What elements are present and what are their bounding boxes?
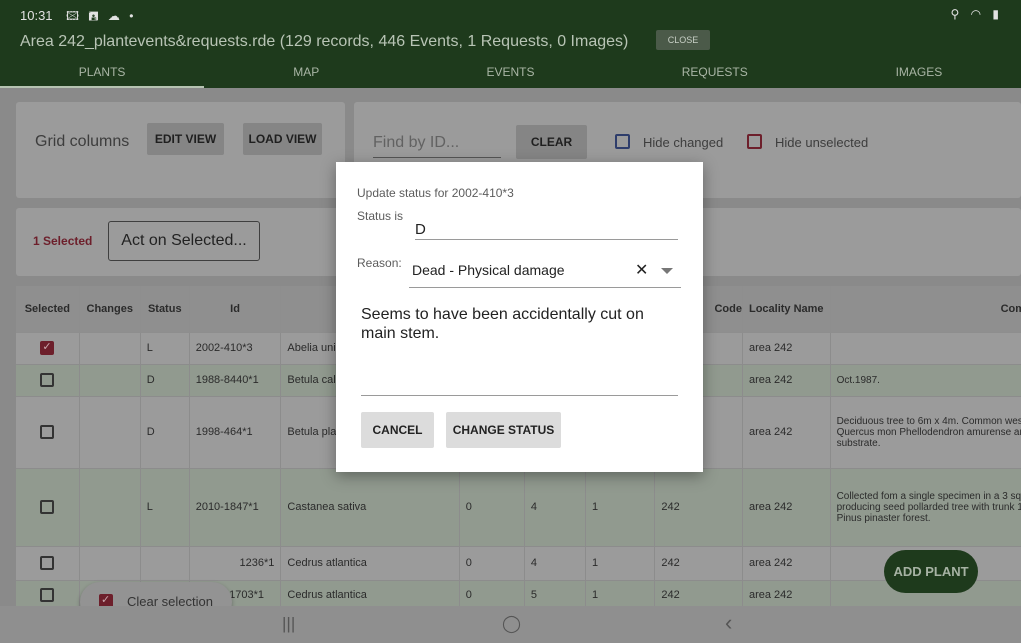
cell-locality: area 242 xyxy=(742,546,831,581)
clear-search-button[interactable]: CLEAR xyxy=(516,125,587,159)
main-tabs: PLANTS MAP EVENTS REQUESTS IMAGES xyxy=(0,56,1021,88)
cell-id: 2002-410*3 xyxy=(189,332,282,365)
cell-7: 1 xyxy=(585,468,656,547)
notification-icons: 🖾 🖪 ☁ • xyxy=(66,9,137,23)
cell-id: 1998-464*1 xyxy=(189,396,282,469)
table-row[interactable]: 1236*1 Cedrus atlantica 0 4 1 242 area 2… xyxy=(16,546,1021,581)
clear-icon[interactable]: ✕ xyxy=(635,260,648,280)
status-time: 10:31 xyxy=(20,8,53,23)
col-id[interactable]: Id xyxy=(189,286,282,333)
reason-value: Dead - Physical damage xyxy=(412,262,565,278)
cell-5: 0 xyxy=(459,580,525,606)
cell-changes xyxy=(79,546,141,581)
cancel-button[interactable]: CANCEL xyxy=(361,412,434,448)
cell-changes xyxy=(79,364,141,397)
tab-requests[interactable]: REQUESTS xyxy=(613,56,817,88)
hide-unselected-label: Hide unselected xyxy=(775,135,869,150)
cell-comment xyxy=(830,332,1021,365)
cell-locality: area 242 xyxy=(742,396,831,469)
hide-unselected-checkbox[interactable] xyxy=(747,134,762,149)
cell-changes xyxy=(79,468,141,547)
col-locality[interactable]: Locality Name xyxy=(742,286,831,333)
selected-count: 1 Selected xyxy=(33,234,93,248)
row-checkbox[interactable] xyxy=(40,556,55,570)
row-checkbox[interactable] xyxy=(40,340,55,355)
cell-comment: Oct.1987. xyxy=(830,364,1021,397)
status-value-field[interactable]: D xyxy=(415,221,678,240)
update-status-dialog: Update status for 2002-410*3 Status is D… xyxy=(336,162,703,472)
edit-view-button[interactable]: EDIT VIEW xyxy=(147,123,224,155)
tab-events[interactable]: EVENTS xyxy=(408,56,612,88)
cell-name: Cedrus atlantica xyxy=(280,580,460,606)
close-file-button[interactable]: CLOSE xyxy=(656,30,710,50)
cell-code: 242 xyxy=(654,468,743,547)
system-status-icons: ⚲ ◠ ▮ xyxy=(950,7,1003,21)
table-row[interactable]: L 2010-1847*1 Castanea sativa 0 4 1 242 … xyxy=(16,468,1021,547)
cell-id: 2010-1847*1 xyxy=(189,468,282,547)
cell-7: 1 xyxy=(585,580,656,606)
cell-name: Cedrus atlantica xyxy=(280,546,460,581)
reason-label: Reason: xyxy=(357,256,402,270)
cell-comment: Deciduous tree to 6m x 4m. Common west-f… xyxy=(830,396,1021,469)
cell-changes xyxy=(79,396,141,469)
dialog-title: Update status for 2002-410*3 xyxy=(357,186,514,200)
home-icon[interactable]: ◯ xyxy=(502,614,521,634)
hide-changed-label: Hide changed xyxy=(643,135,724,150)
tab-images[interactable]: IMAGES xyxy=(817,56,1021,88)
recent-apps-icon[interactable]: ||| xyxy=(282,614,295,634)
dropdown-arrow-icon[interactable] xyxy=(661,268,673,274)
col-status[interactable]: Status xyxy=(140,286,190,333)
cell-status: D xyxy=(140,396,190,469)
col-selected[interactable]: Selected xyxy=(16,286,80,333)
cell-code: 242 xyxy=(654,580,743,606)
hide-changed-checkbox[interactable] xyxy=(615,134,630,149)
load-view-button[interactable]: LOAD VIEW xyxy=(243,123,322,155)
status-label: Status is xyxy=(357,209,404,223)
row-checkbox[interactable] xyxy=(40,500,55,514)
add-plant-button[interactable]: ADD PLANT xyxy=(884,550,978,593)
file-title: Area 242_plantevents&requests.rde (129 r… xyxy=(20,33,629,50)
app-bar: 10:31 🖾 🖪 ☁ • ⚲ ◠ ▮ Area 242_plantevents… xyxy=(0,0,1021,88)
cell-id: 1236*1 xyxy=(189,546,282,581)
change-status-button[interactable]: CHANGE STATUS xyxy=(446,412,561,448)
cell-5: 0 xyxy=(459,546,525,581)
cell-locality: area 242 xyxy=(742,468,831,547)
cell-status: D xyxy=(140,364,190,397)
cell-status xyxy=(140,546,190,581)
cell-6: 4 xyxy=(524,546,587,581)
act-on-selected-button[interactable]: Act on Selected... xyxy=(108,221,260,261)
cell-5: 0 xyxy=(459,468,525,547)
cell-id: 1988-8440*1 xyxy=(189,364,282,397)
cell-code: 242 xyxy=(654,546,743,581)
row-checkbox[interactable] xyxy=(40,373,55,387)
system-nav-bar: ||| ◯ ‹ xyxy=(0,606,1021,643)
row-checkbox[interactable] xyxy=(40,425,55,439)
cell-locality: area 242 xyxy=(742,580,831,606)
cell-name: Castanea sativa xyxy=(280,468,460,547)
cell-7: 1 xyxy=(585,546,656,581)
cell-status: L xyxy=(140,332,190,365)
cell-6: 4 xyxy=(524,468,587,547)
cell-status: L xyxy=(140,468,190,547)
reason-select[interactable]: Dead - Physical damage ✕ xyxy=(409,258,681,288)
cell-locality: area 242 xyxy=(742,332,831,365)
back-icon[interactable]: ‹ xyxy=(725,610,732,636)
tab-plants[interactable]: PLANTS xyxy=(0,56,205,88)
grid-columns-label: Grid columns xyxy=(35,133,130,150)
find-by-id-input[interactable]: Find by ID... xyxy=(373,130,501,158)
col-changes[interactable]: Changes xyxy=(79,286,141,333)
cell-locality: area 242 xyxy=(742,364,831,397)
comment-textarea[interactable]: Seems to have been accidentally cut on m… xyxy=(361,305,678,396)
cell-changes xyxy=(79,332,141,365)
cell-comment: Collected fom a single specimen in a 3 s… xyxy=(830,468,1021,547)
col-comment[interactable]: Comment xyxy=(830,286,1021,333)
cell-6: 5 xyxy=(524,580,587,606)
tab-map[interactable]: MAP xyxy=(204,56,408,88)
row-checkbox[interactable] xyxy=(40,588,55,602)
